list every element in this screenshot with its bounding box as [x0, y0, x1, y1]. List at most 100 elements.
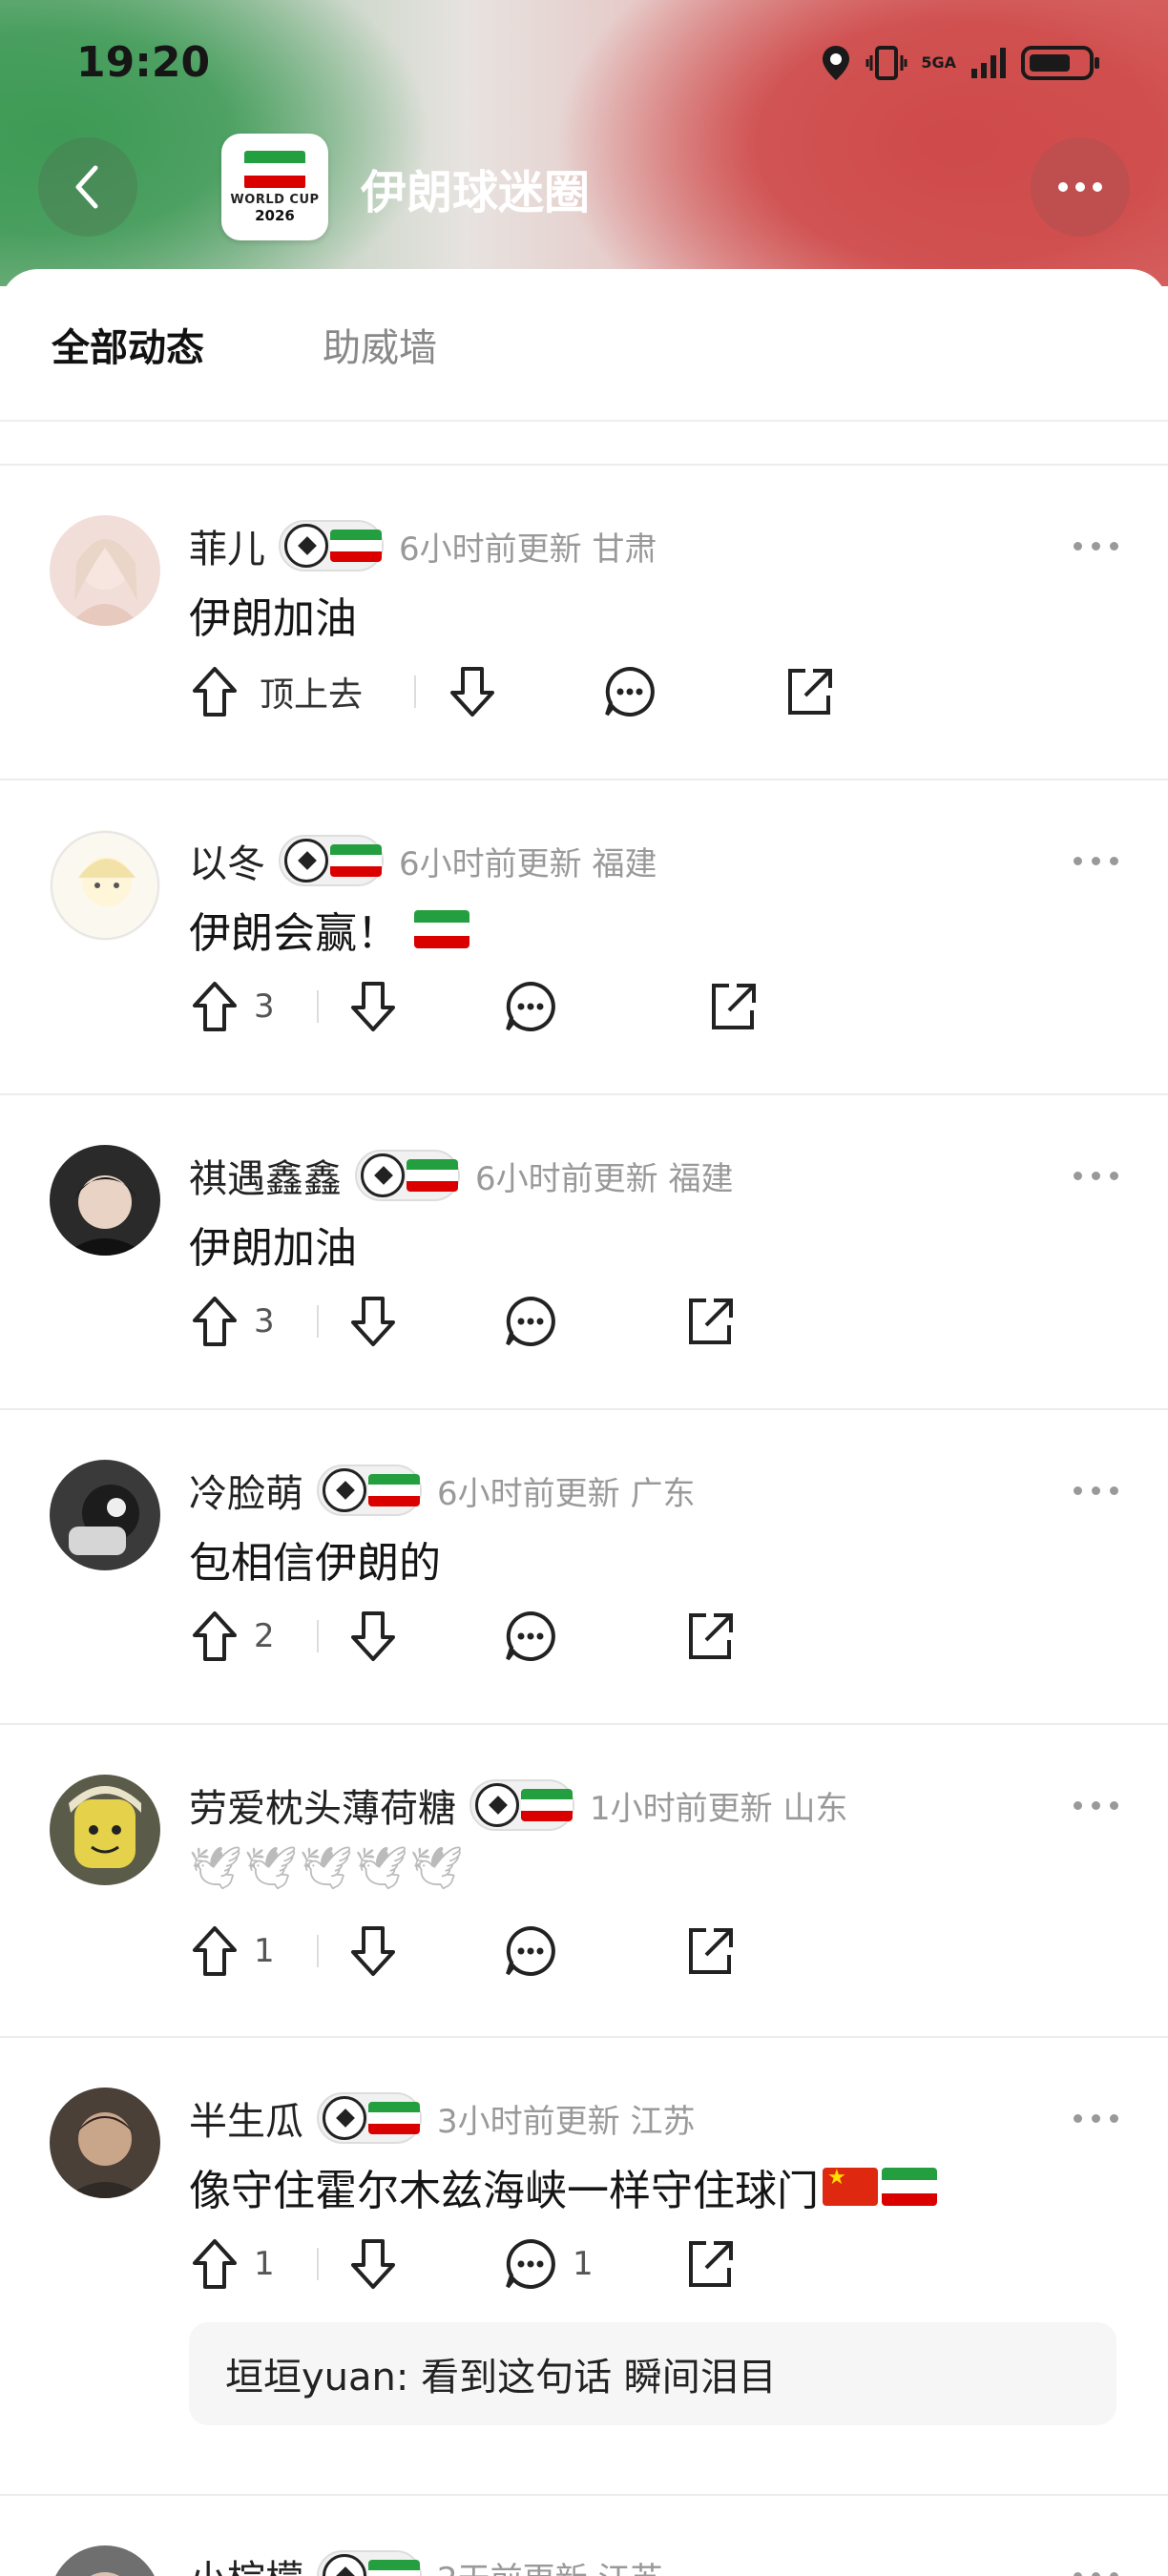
avatar[interactable]	[50, 1775, 160, 1885]
upvote-count: 2	[254, 1617, 275, 1655]
post-text: 伊朗会赢！	[189, 909, 399, 958]
post-item: 冷脸萌 6小时前更新 广东 包相信伊朗的 2	[0, 1408, 1168, 1723]
upvote-count: 1	[254, 2245, 275, 2283]
post-meta: 6小时前更新 福建	[475, 1159, 734, 1198]
username[interactable]: 以冬	[189, 833, 265, 888]
separator	[317, 2248, 319, 2280]
downvote-button[interactable]	[347, 1288, 399, 1355]
more-options-button[interactable]	[1031, 137, 1130, 237]
avatar[interactable]	[50, 830, 160, 941]
iran-flag-icon	[521, 1789, 573, 1821]
fan-badge	[317, 2092, 422, 2144]
comment-button[interactable]: 1	[502, 2231, 594, 2297]
upvote-button[interactable]: 1	[189, 1918, 275, 1984]
post-item: 以冬 6小时前更新 福建 伊朗会赢！ 3	[0, 779, 1168, 1093]
share-icon	[712, 984, 756, 1029]
post-actions: 顶上去	[189, 658, 1048, 725]
tab-all-posts[interactable]: 全部动态	[52, 317, 204, 372]
comment-button[interactable]	[502, 1603, 559, 1670]
reply-preview[interactable]: 垣垣yuan: 看到这句话 瞬间泪目	[189, 2322, 1116, 2425]
comment-icon	[506, 2238, 555, 2289]
tab-bar: 全部动态 助威墙	[0, 269, 1168, 422]
fan-badge	[355, 1150, 460, 1201]
separator	[317, 1935, 319, 1967]
upvote-button[interactable]: 3	[189, 973, 275, 1040]
post-text: 伊朗加油	[189, 1224, 357, 1273]
username[interactable]: 小棕檬	[189, 2548, 303, 2576]
share-button[interactable]	[681, 2231, 739, 2297]
downvote-button[interactable]	[447, 658, 498, 725]
username[interactable]: 冷脸萌	[189, 1463, 303, 1518]
post-more-button[interactable]	[1074, 1801, 1118, 1810]
upvote-button[interactable]: 顶上去	[189, 658, 363, 725]
fan-badge	[279, 520, 384, 571]
dot-icon	[1093, 182, 1102, 192]
arrow-down-icon	[351, 982, 395, 1031]
iran-flag-icon	[330, 844, 382, 877]
post-more-button[interactable]	[1074, 542, 1118, 551]
iran-flag-icon	[407, 1159, 458, 1192]
post-meta: 6小时前更新 福建	[399, 844, 657, 883]
upvote-button[interactable]: 1	[189, 2231, 275, 2297]
username[interactable]: 菲儿	[189, 518, 265, 573]
share-icon	[689, 2241, 733, 2287]
post-more-button[interactable]	[1074, 1172, 1118, 1180]
post-more-button[interactable]	[1074, 2572, 1118, 2576]
post-actions: 3	[189, 1288, 1048, 1355]
share-button[interactable]	[781, 658, 838, 725]
iran-flag-icon	[368, 2560, 420, 2576]
share-button[interactable]	[704, 973, 761, 1040]
soccer-ball-icon	[361, 1153, 405, 1197]
avatar[interactable]	[50, 2545, 160, 2576]
upvote-count: 3	[254, 987, 275, 1026]
upvote-count: 1	[254, 1932, 275, 1970]
post-more-button[interactable]	[1074, 857, 1118, 865]
post-text: 伊朗加油	[189, 594, 357, 643]
avatar[interactable]	[50, 2088, 160, 2198]
battery-icon	[1021, 46, 1099, 80]
post-actions: 1	[189, 1918, 1048, 1984]
share-button[interactable]	[681, 1288, 739, 1355]
soccer-ball-icon	[323, 1468, 366, 1512]
username[interactable]: 祺遇鑫鑫	[189, 1148, 342, 1203]
upvote-button[interactable]: 2	[189, 1603, 275, 1670]
post-meta: 6小时前更新 甘肃	[399, 530, 657, 569]
circle-logo[interactable]: WORLD CUP 2026	[221, 134, 328, 240]
share-button[interactable]	[681, 1918, 739, 1984]
post-more-button[interactable]	[1074, 1486, 1118, 1495]
fan-badge	[317, 1465, 422, 1516]
avatar[interactable]	[50, 1460, 160, 1570]
separator	[414, 675, 416, 708]
comment-button[interactable]	[502, 1918, 559, 1984]
avatar[interactable]	[50, 1145, 160, 1256]
post-more-button[interactable]	[1074, 2114, 1118, 2123]
comment-button[interactable]	[601, 658, 658, 725]
downvote-button[interactable]	[347, 2231, 399, 2297]
page-title: 伊朗球迷圈	[361, 166, 591, 219]
location-icon	[823, 46, 850, 80]
share-button[interactable]	[681, 1603, 739, 1670]
tab-cheer-wall[interactable]: 助威墙	[323, 317, 437, 372]
username[interactable]: 半生瓜	[189, 2090, 303, 2146]
nav-bar: WORLD CUP 2026 伊朗球迷圈	[0, 134, 1168, 240]
comment-button[interactable]	[502, 973, 559, 1040]
downvote-button[interactable]	[347, 973, 399, 1040]
status-bar: 19:20 5GA	[0, 0, 1168, 134]
downvote-button[interactable]	[347, 1918, 399, 1984]
header-background: 19:20 5GA WORLD CUP 2026 伊朗球迷圈	[0, 0, 1168, 286]
username[interactable]: 劳爱枕头薄荷糖	[189, 1777, 456, 1833]
back-button[interactable]	[38, 137, 137, 237]
comment-button[interactable]	[502, 1288, 559, 1355]
iran-flag-icon	[244, 150, 305, 189]
avatar[interactable]	[50, 515, 160, 626]
post-actions: 3	[189, 973, 1048, 1040]
arrow-up-icon	[193, 1926, 237, 1976]
share-icon	[788, 669, 832, 715]
upvote-button[interactable]: 3	[189, 1288, 275, 1355]
downvote-button[interactable]	[347, 1603, 399, 1670]
dot-icon	[1058, 182, 1068, 192]
arrow-down-icon	[351, 2239, 395, 2289]
post-meta: 6小时前更新 广东	[437, 1474, 696, 1513]
arrow-down-icon	[450, 667, 494, 717]
arrow-up-icon	[193, 2239, 237, 2289]
